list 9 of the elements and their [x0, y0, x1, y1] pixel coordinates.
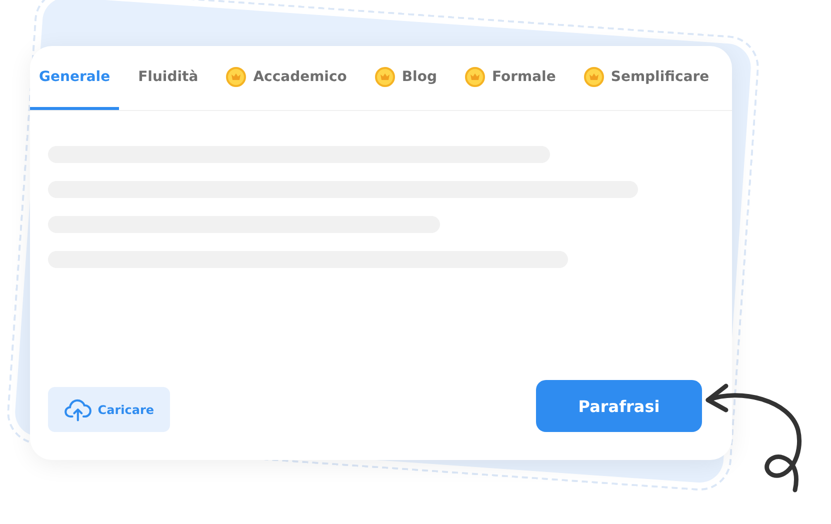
tab[interactable]: Accademico: [217, 46, 356, 110]
cloud-upload-icon: [64, 398, 92, 422]
tab[interactable]: Semplificare: [574, 46, 718, 110]
tab[interactable]: Blog: [366, 46, 446, 110]
paraphrase-button[interactable]: Parafrasi: [536, 380, 702, 432]
upload-button[interactable]: Caricare: [48, 387, 170, 432]
tab[interactable]: Generale: [30, 46, 120, 110]
tab[interactable]: Formale: [456, 46, 565, 110]
tab[interactable]: Fluidità: [129, 46, 208, 110]
